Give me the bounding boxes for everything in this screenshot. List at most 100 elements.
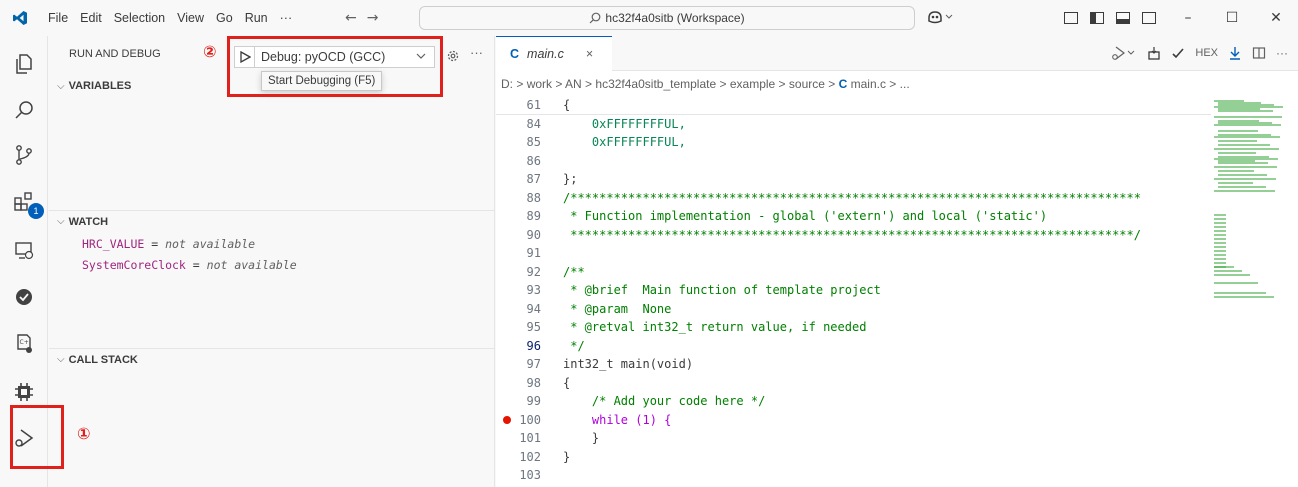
code-text: * @brief Main function of template proje… [563, 283, 881, 298]
code-line[interactable]: 102} [496, 448, 1211, 467]
call-stack-section-header[interactable]: ⌵ CALL STACK [49, 348, 495, 370]
search-icon [15, 101, 33, 119]
forward-arrow-icon[interactable]: → [367, 10, 389, 26]
code-text: */ [563, 338, 585, 353]
tab-main-c[interactable]: C main.c × [496, 36, 612, 71]
toggle-panel-icon[interactable] [1116, 12, 1130, 24]
line-number: 96 [526, 338, 541, 353]
code-line[interactable]: 96 */ [496, 337, 1211, 356]
code-line[interactable]: 92 /** [496, 263, 1211, 282]
minimap-line [1214, 190, 1275, 192]
hex-button[interactable]: HEX [1195, 47, 1218, 59]
line-number: 90 [526, 227, 541, 242]
command-center-search[interactable]: hc32f4a0sitb (Workspace) [419, 6, 915, 30]
extensions-button[interactable]: 1 [0, 178, 48, 226]
breadcrumb-more[interactable]: ... [900, 77, 910, 91]
c-file-icon: C [838, 77, 848, 91]
explorer-icon [16, 54, 32, 74]
breadcrumb-item[interactable]: example [730, 77, 775, 91]
breakpoint-icon[interactable] [503, 415, 511, 424]
line-number: 85 [526, 135, 541, 150]
watch-value: not available [206, 258, 297, 272]
sticky-scroll-line[interactable]: 61 { [496, 96, 1211, 115]
breadcrumb-item[interactable]: work [527, 77, 552, 91]
code-line[interactable]: 98 { [496, 374, 1211, 393]
remote-explorer-button[interactable] [0, 226, 48, 274]
watch-item[interactable]: SystemCoreClock = not available [82, 258, 297, 272]
minimap-line [1218, 170, 1254, 172]
run-debug-menu-icon[interactable] [1111, 45, 1137, 61]
breadcrumb-file[interactable]: main.c [851, 77, 886, 91]
minimize-button[interactable]: – [1166, 0, 1210, 36]
breadcrumb-item[interactable]: source [789, 77, 825, 91]
breadcrumb-item[interactable]: D: [501, 77, 513, 91]
watch-item[interactable]: HRC_VALUE = not available [82, 237, 255, 251]
minimap-line [1218, 152, 1256, 154]
code-line[interactable]: 97 int32_t main(void) [496, 355, 1211, 374]
chevron-down-icon: ⌵ [57, 354, 65, 365]
gear-icon[interactable] [446, 49, 460, 63]
code-line[interactable]: 93 * @brief Main function of template pr… [496, 281, 1211, 300]
code-line[interactable]: 101 } [496, 429, 1211, 448]
split-editor-icon[interactable] [1252, 46, 1266, 60]
customize-layout-icon[interactable] [1064, 12, 1078, 24]
code-line[interactable]: 99 /* Add your code here */ [496, 392, 1211, 411]
minimap-line [1214, 148, 1279, 150]
menu-bar: File Edit Selection View Go Run ··· [42, 11, 298, 25]
code-line[interactable]: 88 /*************************************… [496, 189, 1211, 208]
line-number: 61 [526, 97, 541, 112]
close-tab-icon[interactable]: × [586, 47, 593, 61]
code-line[interactable]: 94 * @param None [496, 300, 1211, 319]
code-line[interactable]: 100 while (1) { [496, 411, 1211, 430]
code-line[interactable]: 89 * Function implementation - global ('… [496, 207, 1211, 226]
source-control-button[interactable] [0, 131, 48, 179]
code-editor[interactable]: 61 { 84 0xFFFFFFFFUL, 85 0xFFFFFFFFUL, 86 8… [496, 96, 1211, 485]
breadcrumb-item[interactable]: hc32f4a0sitb_template [595, 77, 716, 91]
code-line[interactable]: 91 [496, 244, 1211, 263]
menu-run[interactable]: Run [239, 11, 274, 25]
download-icon[interactable] [1228, 46, 1242, 60]
menu-view[interactable]: View [171, 11, 210, 25]
toggle-sidebar-icon[interactable] [1090, 12, 1104, 24]
minimap[interactable] [1214, 96, 1284, 487]
check-icon[interactable] [1171, 46, 1185, 60]
watch-section-header[interactable]: ⌵ WATCH [49, 210, 495, 232]
svg-text:C+: C+ [20, 339, 29, 346]
copilot-button[interactable] [927, 9, 957, 28]
search-button[interactable] [0, 86, 48, 134]
code-line[interactable]: 90 *************************************… [496, 226, 1211, 245]
more-actions-icon[interactable]: ··· [470, 45, 483, 60]
build-icon[interactable] [1147, 46, 1161, 60]
testing-button[interactable] [0, 273, 48, 321]
debug-console-button[interactable]: C+ [0, 320, 48, 368]
source-control-icon [16, 145, 32, 165]
maximize-button[interactable]: ☐ [1210, 0, 1254, 36]
extensions-badge: 1 [28, 203, 44, 219]
vscode-logo-icon[interactable] [12, 10, 28, 26]
line-number: 84 [526, 116, 541, 131]
toggle-secondary-sidebar-icon[interactable] [1142, 12, 1156, 24]
menu-selection[interactable]: Selection [108, 11, 171, 25]
code-line[interactable]: 85 0xFFFFFFFFUL, [496, 133, 1211, 152]
search-icon [589, 12, 601, 24]
code-line[interactable]: 95 * @retval int32_t return value, if ne… [496, 318, 1211, 337]
explorer-button[interactable] [0, 40, 48, 88]
line-number: 101 [519, 431, 541, 446]
minimap-line [1214, 270, 1242, 272]
back-arrow-icon[interactable]: ← [345, 10, 367, 26]
menu-more[interactable]: ··· [274, 11, 299, 25]
code-line[interactable]: 84 0xFFFFFFFFUL, [496, 115, 1211, 134]
close-button[interactable]: ✕ [1254, 0, 1298, 36]
code-line[interactable]: 103 [496, 466, 1211, 485]
minimap-line [1214, 242, 1226, 244]
menu-go[interactable]: Go [210, 11, 239, 25]
code-line[interactable]: 87}; [496, 170, 1211, 189]
minimap-line [1214, 274, 1250, 276]
code-line[interactable]: 86 [496, 152, 1211, 171]
minimap-line [1214, 124, 1281, 126]
editor-more-actions[interactable]: ··· [1276, 46, 1288, 60]
breadcrumb-item[interactable]: AN [565, 77, 582, 91]
menu-edit[interactable]: Edit [74, 11, 108, 25]
menu-file[interactable]: File [42, 11, 74, 25]
watch-expression: HRC_VALUE [82, 237, 145, 251]
